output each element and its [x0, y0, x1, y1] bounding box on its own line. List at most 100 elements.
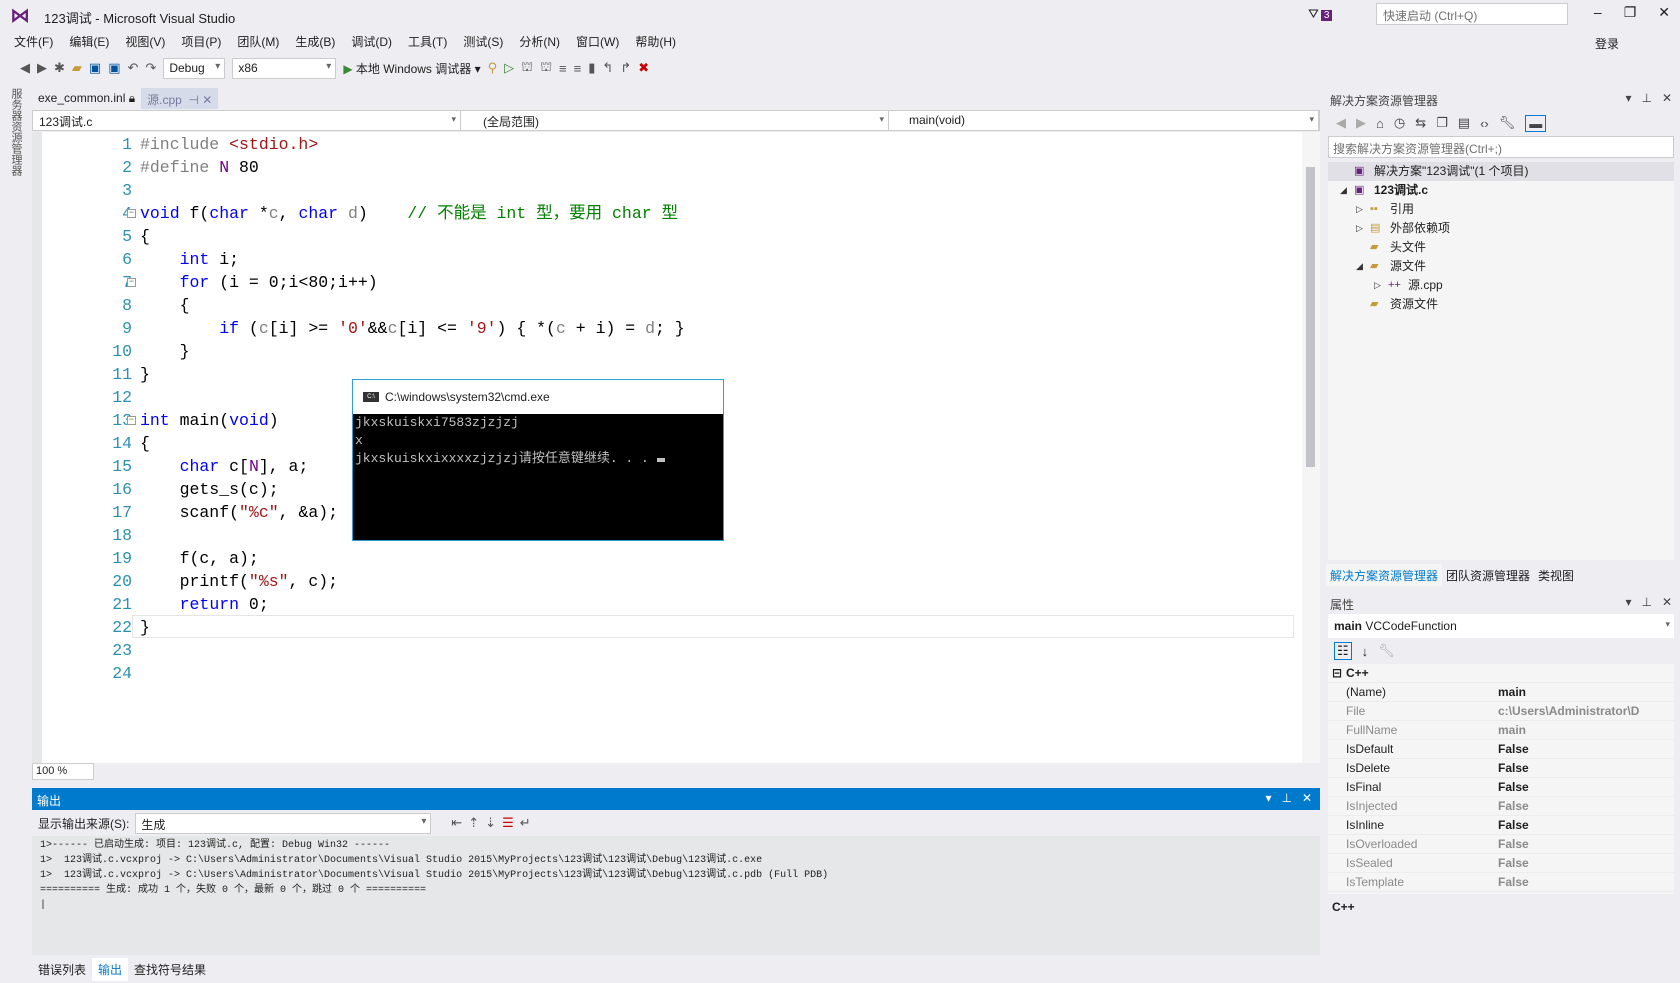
forward-icon[interactable]: ▶ — [37, 60, 47, 76]
project-dropdown[interactable]: 123调试.c — [33, 111, 461, 130]
collapse-all-icon[interactable]: ❐ — [1436, 115, 1448, 131]
preview-icon[interactable]: ▬ — [1525, 114, 1547, 132]
undo-icon[interactable]: ↶ — [128, 60, 139, 76]
tree-item[interactable]: ▷ ++ 源.cpp — [1328, 276, 1674, 295]
tree-item[interactable]: ▰ 资源文件 — [1328, 295, 1674, 314]
property-row[interactable]: (Name) main — [1328, 683, 1674, 702]
menu-view[interactable]: 视图(V) — [117, 33, 173, 51]
word-wrap-icon[interactable]: ↵ — [520, 815, 531, 831]
restore-button[interactable]: ❐ — [1624, 4, 1637, 21]
expand-arrow-icon[interactable]: ◢ — [1356, 257, 1363, 276]
solution-explorer-search[interactable]: 搜索解决方案资源管理器(Ctrl+;) — [1328, 136, 1674, 158]
tree-item[interactable]: ◢ ▣ 123调试.c — [1328, 181, 1674, 200]
menu-test[interactable]: 测试(S) — [455, 33, 511, 51]
editor-scroll-thumb[interactable] — [1306, 167, 1315, 467]
start-debugging-button[interactable]: ▶ 本地 Windows 调试器 ▾ — [343, 60, 480, 77]
platform-dropdown[interactable]: x86 — [232, 57, 337, 79]
next-message-icon[interactable]: ⇣ — [485, 815, 496, 831]
dropdown-icon[interactable]: ▾ — [1625, 595, 1631, 609]
expand-arrow-icon[interactable]: ▷ — [1356, 219, 1363, 238]
fold-toggle-icon[interactable]: − — [127, 416, 136, 425]
forward-icon[interactable]: ▶ — [1356, 115, 1366, 131]
save-all-icon[interactable]: ▣ — [108, 60, 120, 76]
output-text[interactable]: 1>------ 已启动生成: 项目: 123调试.c, 配置: Debug W… — [40, 838, 828, 913]
fold-toggle-icon[interactable]: − — [127, 278, 136, 287]
comment-icon[interactable]: ≡ — [559, 61, 567, 76]
new-project-icon[interactable]: ✱ — [54, 60, 65, 76]
property-row[interactable]: IsTemplate False — [1328, 873, 1674, 892]
properties-wrench-icon[interactable]: 🔧︎ — [1499, 115, 1516, 131]
login-link[interactable]: 登录 — [1595, 35, 1619, 52]
find-icon[interactable]: ⚲ — [488, 60, 498, 76]
dropdown-icon[interactable]: ▾ — [1265, 791, 1271, 805]
property-pages-icon[interactable]: 🔧︎ — [1378, 643, 1395, 659]
prev-bookmark-icon[interactable]: ↰ — [602, 60, 613, 76]
expand-arrow-icon[interactable]: ▷ — [1356, 200, 1363, 219]
menu-edit[interactable]: 编辑(E) — [61, 33, 117, 51]
server-explorer-tab[interactable]: 服务器资源管理器 — [8, 88, 24, 176]
redo-icon[interactable]: ↷ — [145, 60, 156, 76]
view-code-icon[interactable]: ‹› — [1480, 116, 1489, 131]
show-all-files-icon[interactable]: ▤ — [1458, 115, 1470, 131]
dropdown-icon[interactable]: ▾ — [1625, 91, 1631, 105]
configuration-dropdown[interactable]: Debug — [163, 57, 226, 79]
property-row[interactable]: FullName main — [1328, 721, 1674, 740]
open-file-icon[interactable]: ▰ — [72, 60, 82, 76]
console-window[interactable]: C:\ C:\windows\system32\cmd.exe jkxskuis… — [352, 379, 724, 541]
pin-icon[interactable]: ⊥ — [1641, 595, 1651, 609]
menu-project[interactable]: 项目(P) — [173, 33, 229, 51]
tab-class-view[interactable]: 类视图 — [1534, 564, 1578, 586]
clear-all-icon[interactable]: ☰ — [502, 815, 514, 831]
quick-launch-input[interactable]: 快速启动 (Ctrl+Q) — [1376, 3, 1568, 25]
alphabetical-icon[interactable]: ↓ — [1362, 644, 1369, 659]
tab-find-symbol-results[interactable]: 查找符号结果 — [128, 958, 212, 981]
property-row[interactable]: IsFinal False — [1328, 778, 1674, 797]
minimize-button[interactable]: – — [1594, 4, 1602, 21]
start-without-debug-icon[interactable]: ▷ — [504, 60, 514, 76]
fold-toggle-icon[interactable]: − — [127, 209, 136, 218]
tab-team-explorer[interactable]: 团队资源管理器 — [1442, 564, 1534, 586]
menu-debug[interactable]: 调试(D) — [343, 33, 400, 51]
menu-help[interactable]: 帮助(H) — [627, 33, 684, 51]
property-row[interactable]: IsSealed False — [1328, 854, 1674, 873]
notifications-button[interactable]: ⛛ 3 — [1308, 6, 1333, 22]
expand-arrow-icon[interactable]: ▷ — [1374, 276, 1381, 295]
property-row[interactable]: IsInline False — [1328, 816, 1674, 835]
properties-object-selector[interactable]: main VCCodeFunction ▾ — [1328, 614, 1674, 638]
menu-file[interactable]: 文件(F) — [6, 33, 61, 51]
close-tab-icon[interactable]: ✕ — [202, 93, 212, 107]
property-row[interactable]: IsDelete False — [1328, 759, 1674, 778]
tree-item[interactable]: ▰ 头文件 — [1328, 238, 1674, 257]
menu-build[interactable]: 生成(B) — [287, 33, 343, 51]
rebuild-icon[interactable]: ⛫ — [540, 59, 552, 77]
tree-item[interactable]: ▷ ▤ 外部依赖项 — [1328, 219, 1674, 238]
collapse-icon[interactable]: ⊟ — [1332, 664, 1342, 683]
pin-icon[interactable]: ⊣ — [188, 93, 198, 107]
home-icon[interactable]: ⌂ — [1376, 116, 1384, 131]
property-row[interactable]: IsInjected False — [1328, 797, 1674, 816]
output-source-dropdown[interactable]: 生成 — [135, 812, 432, 834]
menu-team[interactable]: 团队(M) — [229, 33, 287, 51]
clear-bookmarks-icon[interactable]: ✖ — [638, 60, 649, 76]
sync-icon[interactable]: ⇆ — [1415, 115, 1426, 131]
property-row[interactable]: IsOverloaded False — [1328, 835, 1674, 854]
menu-window[interactable]: 窗口(W) — [568, 33, 627, 51]
close-icon[interactable]: ✕ — [1662, 91, 1672, 105]
tab-source-cpp[interactable]: 源.cpp ⊣ ✕ — [141, 88, 219, 109]
tab-solution-explorer[interactable]: 解决方案资源管理器 — [1326, 564, 1443, 586]
menu-tools[interactable]: 工具(T) — [400, 33, 455, 51]
back-icon[interactable]: ◀ — [1336, 115, 1346, 131]
prev-message-icon[interactable]: ⇡ — [468, 815, 479, 831]
tab-exe-common[interactable]: exe_common.inl 🔒︎ — [32, 88, 141, 109]
property-row[interactable]: File c:\Users\Administrator\D — [1328, 702, 1674, 721]
uncomment-icon[interactable]: ≡ — [574, 61, 582, 76]
tab-output[interactable]: 输出 — [92, 958, 129, 981]
close-button[interactable]: ✕ — [1658, 4, 1670, 21]
tab-error-list[interactable]: 错误列表 — [32, 958, 92, 981]
categorized-icon[interactable]: ☷ — [1334, 642, 1352, 660]
goto-line-icon[interactable]: ⇤ — [451, 815, 462, 831]
tree-item[interactable]: ▣ 解决方案"123调试"(1 个项目) — [1328, 162, 1674, 181]
menu-analyze[interactable]: 分析(N) — [511, 33, 568, 51]
pin-icon[interactable]: ⊥ — [1641, 91, 1651, 105]
pin-icon[interactable]: ⊥ — [1281, 791, 1291, 805]
